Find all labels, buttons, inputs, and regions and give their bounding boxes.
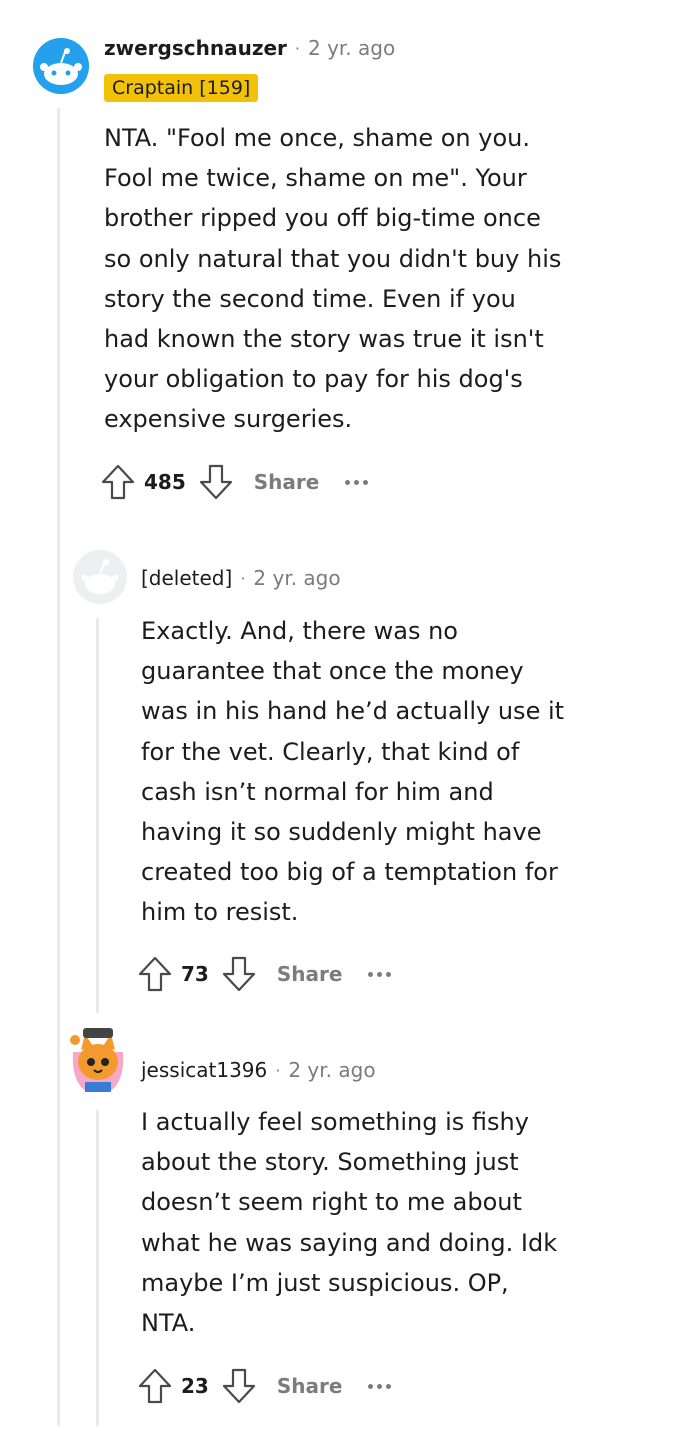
comment-actions: 485 Share — [100, 462, 369, 502]
comment-time[interactable]: 2 yr. ago — [308, 36, 395, 60]
share-button[interactable]: Share — [277, 962, 343, 986]
avatar-jessicat1396[interactable] — [67, 1022, 129, 1096]
thread-line-reply-1[interactable] — [96, 618, 99, 1013]
comment-meta: [deleted] · 2 yr. ago — [141, 566, 341, 590]
comment-author[interactable]: zwergschnauzer — [104, 36, 287, 60]
vote-count: 73 — [181, 962, 209, 986]
vote-count: 23 — [181, 1374, 209, 1398]
comment-meta: jessicat1396 · 2 yr. ago — [141, 1058, 376, 1082]
downvote-arrow-icon[interactable] — [221, 954, 257, 994]
snoo-avatar-icon — [33, 38, 89, 94]
more-options-icon[interactable] — [345, 479, 369, 485]
comment-time[interactable]: 2 yr. ago — [288, 1058, 375, 1082]
user-flair: Craptain [159] — [104, 74, 259, 102]
cat-avatar-icon — [70, 1028, 124, 1092]
upvote-arrow-icon[interactable] — [100, 462, 136, 502]
comment-actions: 73 Share — [137, 954, 392, 994]
comment-meta: zwergschnauzer · 2 yr. ago — [104, 36, 395, 60]
avatar-zwergschnauzer[interactable] — [33, 38, 89, 94]
more-options-icon[interactable] — [368, 1383, 392, 1389]
comment-body: Exactly. And, there was no guarantee tha… — [141, 617, 565, 927]
comment-body: NTA. "Fool me once, shame on you. Fool m… — [104, 124, 562, 434]
comment-time[interactable]: 2 yr. ago — [253, 566, 340, 590]
comment-body: I actually feel something is fishy about… — [141, 1108, 558, 1338]
thread-line-reply-2[interactable] — [96, 1110, 99, 1426]
thread-line-main[interactable] — [57, 108, 60, 1426]
comment-author[interactable]: jessicat1396 — [141, 1058, 267, 1082]
more-options-icon[interactable] — [368, 971, 392, 977]
meta-separator: · — [294, 38, 300, 58]
avatar-deleted[interactable] — [73, 550, 127, 604]
share-button[interactable]: Share — [254, 470, 320, 494]
meta-separator: · — [275, 1060, 281, 1080]
downvote-arrow-icon[interactable] — [221, 1366, 257, 1406]
downvote-arrow-icon[interactable] — [198, 462, 234, 502]
vote-count: 485 — [144, 470, 186, 494]
deleted-user-icon — [73, 550, 127, 604]
upvote-arrow-icon[interactable] — [137, 1366, 173, 1406]
comment-author[interactable]: [deleted] — [141, 566, 232, 590]
comment-actions: 23 Share — [137, 1366, 392, 1406]
meta-separator: · — [240, 568, 246, 588]
upvote-arrow-icon[interactable] — [137, 954, 173, 994]
share-button[interactable]: Share — [277, 1374, 343, 1398]
